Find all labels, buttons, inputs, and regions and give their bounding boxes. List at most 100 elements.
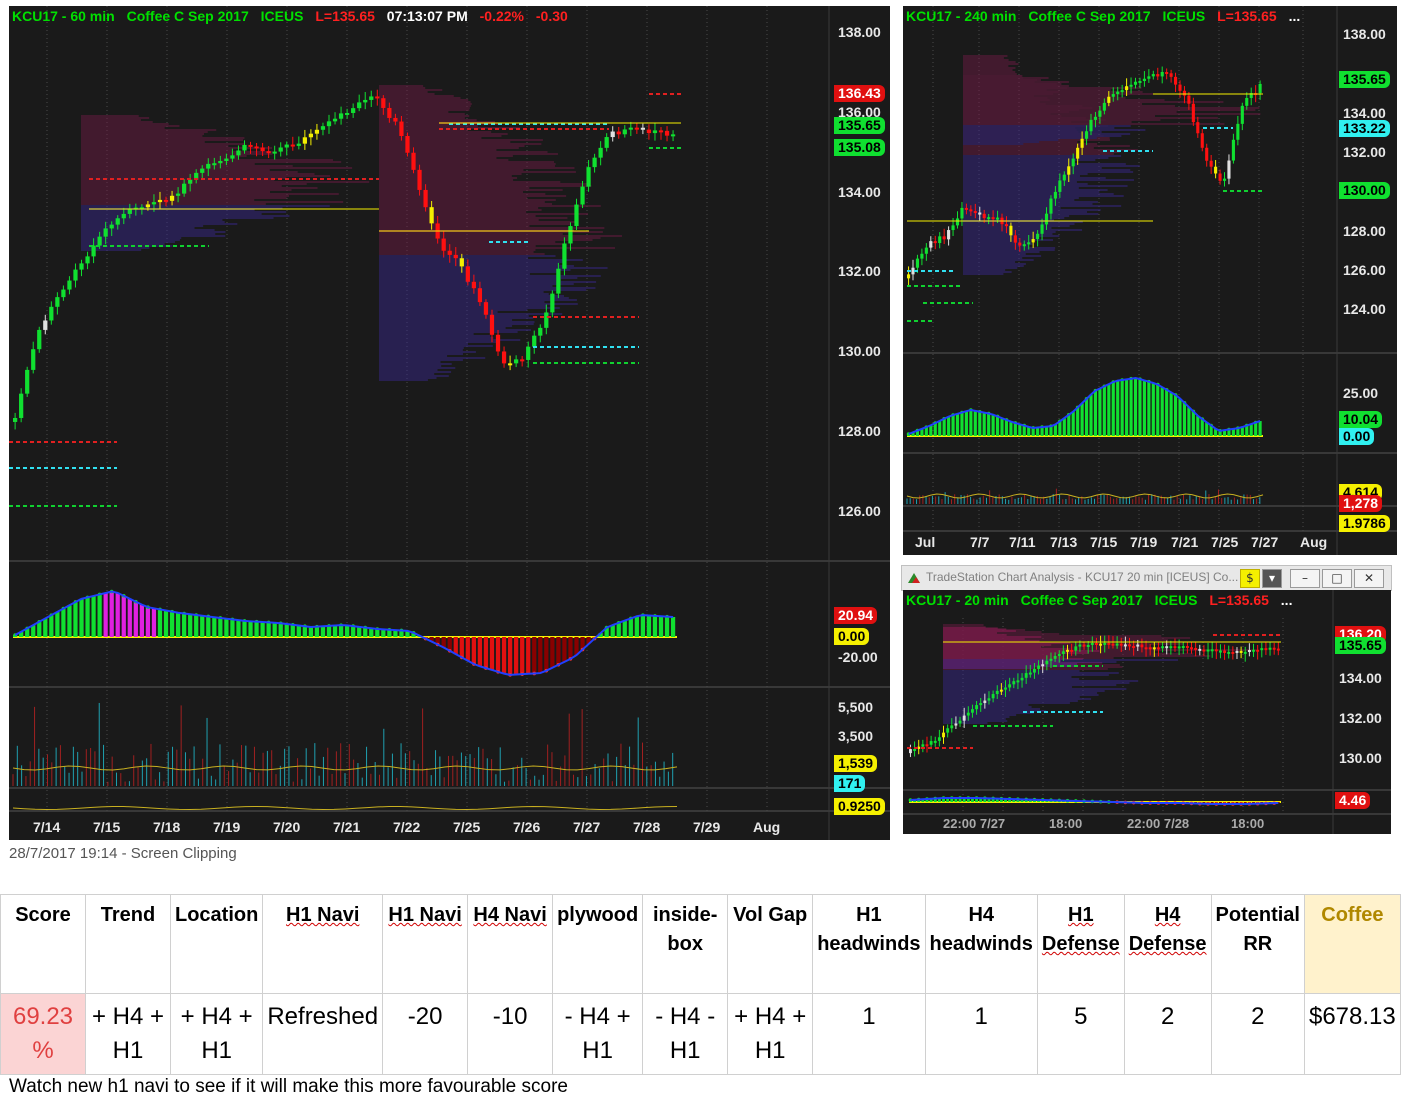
osc-bar	[1133, 378, 1138, 436]
candle-body	[1044, 213, 1049, 225]
candle-body	[272, 151, 277, 154]
osc-bar	[1027, 426, 1031, 436]
candle-body	[483, 302, 489, 315]
osc-bar	[538, 637, 543, 674]
minimize-button[interactable]: –	[1290, 569, 1320, 588]
candle-body	[1086, 644, 1090, 647]
candle-body	[115, 218, 120, 225]
candle-body	[453, 254, 458, 259]
chart-20min[interactable]: KCU17 - 20 min Coffee C Sep 2017 ICEUS L…	[903, 590, 1391, 834]
candle-body	[429, 207, 434, 224]
candle-body	[1061, 651, 1065, 654]
osc-bar	[1085, 398, 1089, 436]
candle-body	[999, 689, 1003, 692]
osc-bar	[296, 625, 301, 637]
candle-body	[1078, 644, 1082, 647]
candle-body	[979, 703, 983, 706]
candle-body	[1103, 642, 1107, 645]
symbol-label: KCU17 - 240 min	[906, 8, 1017, 24]
candle-body	[958, 720, 962, 724]
osc-bar	[55, 611, 60, 637]
candle-body	[1144, 647, 1148, 650]
date-tick: 7/27	[573, 819, 601, 835]
candle-body	[1190, 647, 1193, 650]
candle-body	[951, 225, 955, 231]
candle-body	[97, 236, 102, 246]
symbol-link-button[interactable]: $	[1240, 569, 1260, 588]
contract-label: Coffee C Sep 2017	[1020, 592, 1143, 608]
osc-bar	[1080, 403, 1084, 436]
candle-body	[1093, 116, 1098, 120]
value-cell: -10	[467, 993, 554, 1075]
quote-time: 07:13:07 PM	[386, 8, 468, 24]
osc-bar	[1098, 388, 1102, 436]
value-cell: - H4 - H1	[642, 993, 729, 1075]
osc-bar	[121, 595, 126, 637]
candle-body	[929, 241, 933, 248]
close-button[interactable]: ✕	[1354, 569, 1384, 588]
candle-body	[1214, 649, 1218, 652]
header-cell: H4 Defense	[1123, 894, 1212, 994]
candle-body	[568, 226, 573, 244]
contract-label: Coffee C Sep 2017	[126, 8, 249, 24]
osc-bar	[550, 637, 555, 668]
candle-body	[610, 131, 615, 138]
candle-body	[73, 269, 78, 281]
osc-bar	[1071, 411, 1075, 436]
candle-body	[991, 694, 995, 699]
tradestation-icon	[908, 573, 920, 583]
osc-bar	[290, 624, 295, 637]
candle-body	[314, 129, 320, 134]
candle-body	[1013, 235, 1017, 243]
osc-bar	[85, 597, 90, 637]
date-tick: Jul	[915, 534, 936, 550]
osc-bar	[248, 621, 253, 637]
vol-tag: 171	[834, 775, 866, 792]
osc-tag: 0.00	[1339, 428, 1375, 445]
candle-body	[345, 112, 350, 115]
maximize-button[interactable]: □	[1322, 569, 1352, 588]
date-tick: 7/18	[153, 819, 181, 835]
osc-bar	[1093, 390, 1098, 436]
osc-bar	[532, 637, 537, 674]
candle-body	[1119, 643, 1123, 646]
ratio-line	[12, 805, 678, 810]
candle-body	[13, 417, 18, 422]
candle-body	[43, 320, 48, 330]
vol-tag: 1,278	[1339, 495, 1383, 512]
chart-240min[interactable]: KCU17 - 240 min Coffee C Sep 2017 ICEUS …	[903, 6, 1397, 555]
candle-body	[1185, 646, 1189, 649]
candle-body	[1182, 90, 1187, 96]
candle-body	[200, 168, 205, 173]
osc-bar	[562, 637, 567, 662]
candle-body	[1222, 178, 1227, 181]
osc-bar	[79, 598, 84, 637]
candle-body	[978, 212, 982, 215]
candle-body	[1027, 242, 1031, 245]
vol-tick: 3,500	[838, 728, 874, 744]
exchange-label: ICEUS	[1162, 8, 1206, 24]
price-tick: 124.00	[1343, 301, 1386, 317]
window-titlebar[interactable]: TradeStation Chart Analysis - KCU17 20 m…	[901, 565, 1392, 591]
header-cell: Vol Gap	[727, 894, 814, 994]
candle-body	[1111, 643, 1115, 646]
osc-bar	[520, 637, 525, 675]
price-tick: 126.00	[1343, 262, 1386, 278]
candle-body	[1049, 198, 1053, 214]
candle-body	[1276, 648, 1280, 651]
candle-body	[1235, 650, 1239, 653]
net-change: -0.30	[535, 8, 568, 24]
candle-body	[670, 134, 676, 137]
chart-60min[interactable]: KCU17 - 60 min Coffee C Sep 2017 ICEUS L…	[9, 6, 890, 840]
candle-body	[1095, 643, 1098, 646]
value-cell: 2	[1210, 993, 1305, 1075]
osc-bar	[483, 637, 489, 669]
price-tick: 134.00	[1339, 670, 1382, 686]
candle-body	[351, 108, 356, 113]
candle-body	[969, 209, 973, 212]
settings-menu-button[interactable]: ▾	[1262, 569, 1282, 588]
candle-body	[411, 152, 416, 170]
osc-bar	[955, 413, 960, 436]
candle-body	[103, 228, 108, 237]
osc-bar	[982, 412, 986, 436]
